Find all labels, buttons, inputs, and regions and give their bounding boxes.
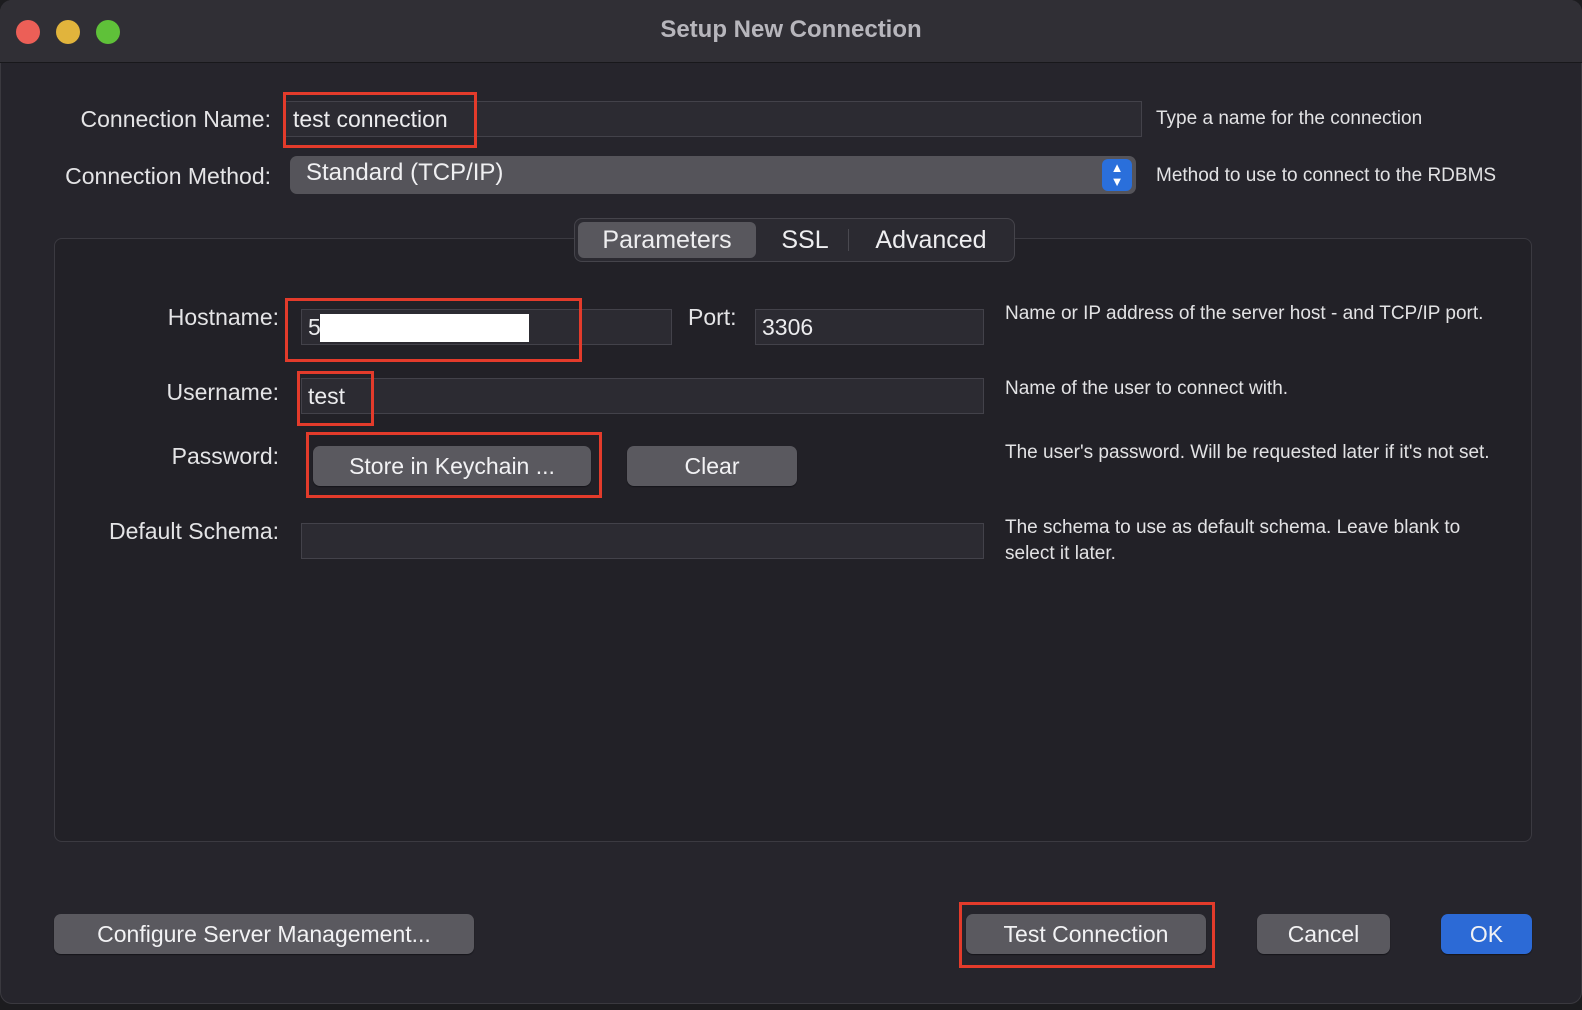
password-hint: The user's password. Will be requested l… — [1005, 442, 1490, 463]
tab-parameters[interactable]: Parameters — [578, 222, 756, 258]
hostname-label: Hostname: — [167, 304, 279, 330]
tab-ssl[interactable]: SSL — [763, 222, 847, 258]
connection-method-select[interactable]: Standard (TCP/IP) ▲ ▼ — [290, 156, 1136, 194]
configure-server-management-button[interactable]: Configure Server Management... — [54, 914, 474, 954]
connection-method-hint: Method to use to connect to the RDBMS — [1156, 165, 1497, 186]
username-hint: Name of the user to connect with. — [1005, 378, 1289, 399]
dialog-window: Setup New Connection Connection Name: te… — [0, 0, 1582, 1004]
password-label: Password: — [171, 443, 279, 469]
connection-name-hint: Type a name for the connection — [1156, 108, 1423, 129]
connection-method-label: Connection Method: — [65, 163, 271, 189]
title-bar: Setup New Connection — [0, 0, 1582, 63]
store-in-keychain-button[interactable]: Store in Keychain ... — [313, 446, 591, 486]
username-label: Username: — [166, 379, 279, 405]
tab-separator — [848, 229, 849, 251]
default-schema-label: Default Schema: — [108, 518, 279, 544]
hostname-hint: Name or IP address of the server host - … — [1005, 303, 1484, 324]
clear-password-button[interactable]: Clear — [627, 446, 797, 486]
port-input[interactable]: 3306 — [755, 309, 984, 345]
cancel-button[interactable]: Cancel — [1257, 914, 1390, 954]
connection-name-input[interactable]: test connection — [284, 101, 1142, 137]
connection-name-label: Connection Name: — [80, 106, 272, 132]
window-title: Setup New Connection — [660, 16, 922, 43]
default-schema-hint: The schema to use as default schema. Lea… — [1005, 517, 1461, 564]
username-input[interactable]: test — [301, 378, 984, 414]
tab-advanced[interactable]: Advanced — [853, 222, 1009, 258]
redaction-box — [320, 314, 529, 342]
tab-bar: Parameters SSL Advanced — [574, 218, 1015, 262]
ok-button[interactable]: OK — [1441, 914, 1532, 954]
select-arrows-icon: ▲ ▼ — [1102, 159, 1132, 191]
port-label: Port: — [688, 304, 737, 330]
test-connection-button[interactable]: Test Connection — [966, 914, 1206, 954]
connection-method-value: Standard (TCP/IP) — [306, 159, 504, 186]
default-schema-input[interactable] — [301, 523, 984, 559]
